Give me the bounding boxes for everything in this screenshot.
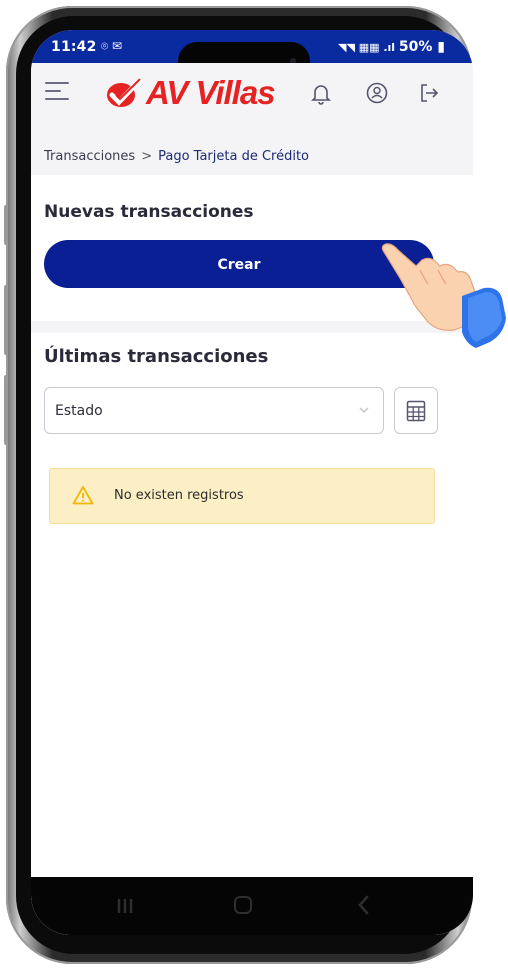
- status-indicators: ◥◥ ▦▦ .ıl 50% ▮: [338, 39, 445, 55]
- brand-logo: AV Villas: [104, 74, 284, 112]
- new-transactions-title: Nuevas transacciones: [44, 202, 254, 222]
- logout-icon[interactable]: [417, 81, 441, 105]
- volume-up-button: [4, 285, 8, 355]
- recent-apps-icon[interactable]: [115, 897, 135, 915]
- status-time: 11:42: [51, 39, 97, 55]
- menu-icon[interactable]: [45, 82, 71, 104]
- empty-message: No existen registros: [114, 488, 244, 503]
- breadcrumb-separator: >: [141, 149, 153, 164]
- last-transactions-title: Últimas transacciones: [44, 346, 269, 367]
- last-transactions-card: Últimas transacciones Estado No existen …: [31, 333, 473, 935]
- back-icon[interactable]: [356, 894, 370, 916]
- status-filter-select[interactable]: Estado: [44, 387, 384, 434]
- system-nav-bar: [31, 877, 473, 935]
- battery-icon: ▮: [432, 39, 445, 55]
- phone-screen: 11:42 ⌾ ✉ ◥◥ ▦▦ .ıl 50% ▮ AV Villas Tran…: [31, 30, 473, 935]
- bell-icon[interactable]: [309, 81, 333, 105]
- home-icon[interactable]: [234, 896, 252, 914]
- status-filter-value: Estado: [55, 403, 103, 419]
- calculator-button[interactable]: [394, 387, 438, 434]
- empty-alert: No existen registros: [49, 468, 435, 524]
- breadcrumb: Transacciones > Pago Tarjeta de Crédito: [31, 125, 473, 175]
- side-button: [4, 205, 8, 245]
- profile-icon[interactable]: [365, 81, 389, 105]
- notification-icons: ⌾ ✉: [101, 39, 123, 53]
- calculator-icon: [406, 400, 426, 422]
- chevron-down-icon: [359, 407, 369, 413]
- battery-level: 50%: [398, 39, 433, 55]
- warning-icon: [72, 486, 94, 505]
- volume-down-button: [4, 375, 8, 445]
- signal-icon: ◥◥ ▦▦ .ıl: [337, 41, 399, 54]
- breadcrumb-current: Pago Tarjeta de Crédito: [158, 149, 310, 164]
- breadcrumb-transacciones[interactable]: Transacciones: [44, 149, 135, 164]
- app-header: AV Villas: [31, 63, 473, 125]
- pointing-hand-icon: [381, 243, 506, 348]
- brand-name: AV Villas: [146, 74, 276, 111]
- logo-mark-icon: [107, 77, 143, 107]
